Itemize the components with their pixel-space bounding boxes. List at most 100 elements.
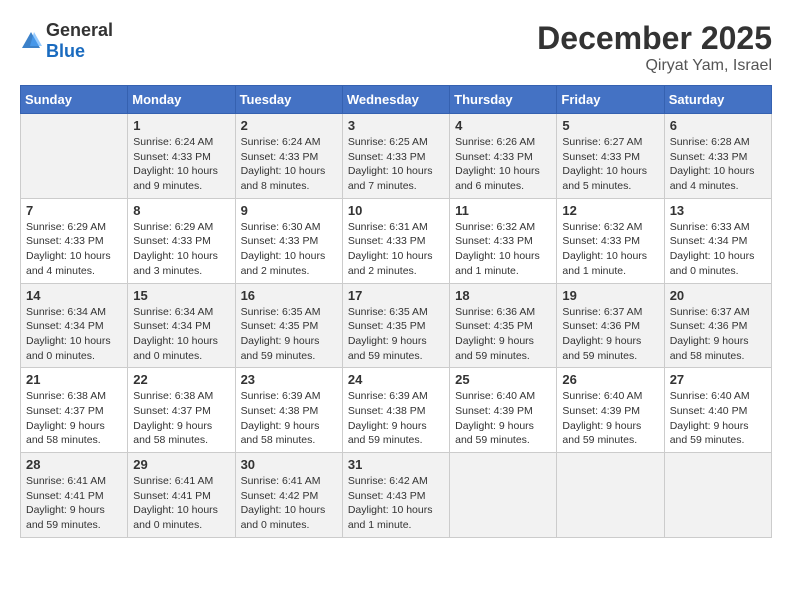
day-info: Sunrise: 6:35 AM Sunset: 4:35 PM Dayligh… <box>241 305 337 364</box>
day-info: Sunrise: 6:42 AM Sunset: 4:43 PM Dayligh… <box>348 474 444 533</box>
calendar-cell: 5Sunrise: 6:27 AM Sunset: 4:33 PM Daylig… <box>557 114 664 199</box>
calendar-cell: 4 Sunrise: 6:26 AM Sunset: 4:33 PM Daylig… <box>450 114 557 199</box>
day-number: 1 <box>133 118 229 133</box>
day-number: 6 <box>670 118 766 133</box>
calendar-week-row: 14 Sunrise: 6:34 AM Sunset: 4:34 PM Dayli… <box>21 283 772 368</box>
day-info: Sunrise: 6:34 AM Sunset: 4:34 PM Dayligh… <box>26 305 122 364</box>
logo-blue: Blue <box>46 41 85 61</box>
day-number: 29 <box>133 457 229 472</box>
calendar-cell <box>557 453 664 538</box>
day-number: 3 <box>348 118 444 133</box>
day-info: Sunrise: 6:41 AM Sunset: 4:41 PM Dayligh… <box>26 474 122 533</box>
column-header-saturday: Saturday <box>664 86 771 114</box>
day-number: 15 <box>133 288 229 303</box>
title-area: December 2025 Qiryat Yam, Israel <box>537 20 772 75</box>
day-info: Sunrise: 6:29 AM Sunset: 4:33 PM Dayligh… <box>26 220 122 279</box>
calendar-cell: 13Sunrise: 6:33 AM Sunset: 4:34 PM Dayli… <box>664 198 771 283</box>
day-number: 9 <box>241 203 337 218</box>
day-info: Sunrise: 6:39 AM Sunset: 4:38 PM Dayligh… <box>241 389 337 448</box>
day-info: Sunrise: 6:40 AM Sunset: 4:39 PM Dayligh… <box>562 389 658 448</box>
day-info: Sunrise: 6:29 AM Sunset: 4:33 PM Dayligh… <box>133 220 229 279</box>
day-number: 19 <box>562 288 658 303</box>
day-number: 31 <box>348 457 444 472</box>
day-number: 5 <box>562 118 658 133</box>
page-header: General Blue December 2025 Qiryat Yam, I… <box>20 20 772 75</box>
logo-general: General <box>46 20 113 40</box>
day-number: 21 <box>26 372 122 387</box>
day-info: Sunrise: 6:30 AM Sunset: 4:33 PM Dayligh… <box>241 220 337 279</box>
month-title: December 2025 <box>537 20 772 57</box>
day-number: 22 <box>133 372 229 387</box>
day-info: Sunrise: 6:25 AM Sunset: 4:33 PM Dayligh… <box>348 135 444 194</box>
day-info: Sunrise: 6:40 AM Sunset: 4:40 PM Dayligh… <box>670 389 766 448</box>
column-header-monday: Monday <box>128 86 235 114</box>
column-header-wednesday: Wednesday <box>342 86 449 114</box>
day-number: 25 <box>455 372 551 387</box>
column-header-sunday: Sunday <box>21 86 128 114</box>
day-number: 4 <box>455 118 551 133</box>
calendar-cell: 30 Sunrise: 6:41 AM Sunset: 4:42 PM Dayli… <box>235 453 342 538</box>
day-number: 12 <box>562 203 658 218</box>
day-number: 30 <box>241 457 337 472</box>
calendar-cell <box>21 114 128 199</box>
calendar-cell: 7 Sunrise: 6:29 AM Sunset: 4:33 PM Daylig… <box>21 198 128 283</box>
calendar-cell: 1Sunrise: 6:24 AM Sunset: 4:33 PM Daylig… <box>128 114 235 199</box>
day-info: Sunrise: 6:36 AM Sunset: 4:35 PM Dayligh… <box>455 305 551 364</box>
day-number: 16 <box>241 288 337 303</box>
day-info: Sunrise: 6:24 AM Sunset: 4:33 PM Dayligh… <box>241 135 337 194</box>
calendar-cell: 29 Sunrise: 6:41 AM Sunset: 4:41 PM Dayli… <box>128 453 235 538</box>
day-number: 13 <box>670 203 766 218</box>
day-number: 7 <box>26 203 122 218</box>
day-info: Sunrise: 6:38 AM Sunset: 4:37 PM Dayligh… <box>133 389 229 448</box>
day-info: Sunrise: 6:26 AM Sunset: 4:33 PM Dayligh… <box>455 135 551 194</box>
day-info: Sunrise: 6:41 AM Sunset: 4:42 PM Dayligh… <box>241 474 337 533</box>
calendar-week-row: 1 Sunrise: 6:24 AM Sunset: 4:33 PM Daylig… <box>21 114 772 199</box>
calendar-table: SundayMondayTuesdayWednesdayThursdayFrid… <box>20 85 772 538</box>
day-info: Sunrise: 6:32 AM Sunset: 4:33 PM Dayligh… <box>562 220 658 279</box>
calendar-cell: 25 Sunrise: 6:40 AM Sunset: 4:39 PM Dayli… <box>450 368 557 453</box>
day-number: 11 <box>455 203 551 218</box>
day-info: Sunrise: 6:40 AM Sunset: 4:39 PM Dayligh… <box>455 389 551 448</box>
day-number: 2 <box>241 118 337 133</box>
day-info: Sunrise: 6:34 AM Sunset: 4:34 PM Dayligh… <box>133 305 229 364</box>
calendar-cell: 9 Sunrise: 6:30 AM Sunset: 4:33 PM Daylig… <box>235 198 342 283</box>
calendar-header-row: SundayMondayTuesdayWednesdayThursdayFrid… <box>21 86 772 114</box>
calendar-cell: 15 Sunrise: 6:34 AM Sunset: 4:34 PM Dayli… <box>128 283 235 368</box>
calendar-cell: 27 Sunrise: 6:40 AM Sunset: 4:40 PM Dayli… <box>664 368 771 453</box>
calendar-cell: 24 Sunrise: 6:39 AM Sunset: 4:38 PM Dayli… <box>342 368 449 453</box>
column-header-tuesday: Tuesday <box>235 86 342 114</box>
day-number: 28 <box>26 457 122 472</box>
calendar-cell: 19Sunrise: 6:37 AM Sunset: 4:36 PM Dayli… <box>557 283 664 368</box>
day-number: 20 <box>670 288 766 303</box>
calendar-week-row: 7 Sunrise: 6:29 AM Sunset: 4:33 PM Daylig… <box>21 198 772 283</box>
logo-icon <box>20 30 42 52</box>
calendar-cell: 21 Sunrise: 6:38 AM Sunset: 4:37 PM Dayli… <box>21 368 128 453</box>
day-info: Sunrise: 6:28 AM Sunset: 4:33 PM Dayligh… <box>670 135 766 194</box>
calendar-cell <box>664 453 771 538</box>
day-info: Sunrise: 6:37 AM Sunset: 4:36 PM Dayligh… <box>670 305 766 364</box>
calendar-cell: 6 Sunrise: 6:28 AM Sunset: 4:33 PM Daylig… <box>664 114 771 199</box>
calendar-cell: 3 Sunrise: 6:25 AM Sunset: 4:33 PM Daylig… <box>342 114 449 199</box>
day-number: 26 <box>562 372 658 387</box>
calendar-cell: 11Sunrise: 6:32 AM Sunset: 4:33 PM Dayli… <box>450 198 557 283</box>
day-info: Sunrise: 6:39 AM Sunset: 4:38 PM Dayligh… <box>348 389 444 448</box>
calendar-cell: 28 Sunrise: 6:41 AM Sunset: 4:41 PM Dayli… <box>21 453 128 538</box>
column-header-friday: Friday <box>557 86 664 114</box>
day-number: 14 <box>26 288 122 303</box>
day-number: 27 <box>670 372 766 387</box>
calendar-cell: 23Sunrise: 6:39 AM Sunset: 4:38 PM Dayli… <box>235 368 342 453</box>
calendar-cell <box>450 453 557 538</box>
calendar-cell: 26 Sunrise: 6:40 AM Sunset: 4:39 PM Dayli… <box>557 368 664 453</box>
column-header-thursday: Thursday <box>450 86 557 114</box>
day-number: 24 <box>348 372 444 387</box>
day-number: 18 <box>455 288 551 303</box>
day-info: Sunrise: 6:41 AM Sunset: 4:41 PM Dayligh… <box>133 474 229 533</box>
logo-text: General Blue <box>46 20 113 62</box>
day-info: Sunrise: 6:35 AM Sunset: 4:35 PM Dayligh… <box>348 305 444 364</box>
calendar-cell: 2 Sunrise: 6:24 AM Sunset: 4:33 PM Daylig… <box>235 114 342 199</box>
day-number: 10 <box>348 203 444 218</box>
day-number: 8 <box>133 203 229 218</box>
day-info: Sunrise: 6:38 AM Sunset: 4:37 PM Dayligh… <box>26 389 122 448</box>
calendar-cell: 12 Sunrise: 6:32 AM Sunset: 4:33 PM Dayli… <box>557 198 664 283</box>
calendar-cell: 20 Sunrise: 6:37 AM Sunset: 4:36 PM Dayli… <box>664 283 771 368</box>
